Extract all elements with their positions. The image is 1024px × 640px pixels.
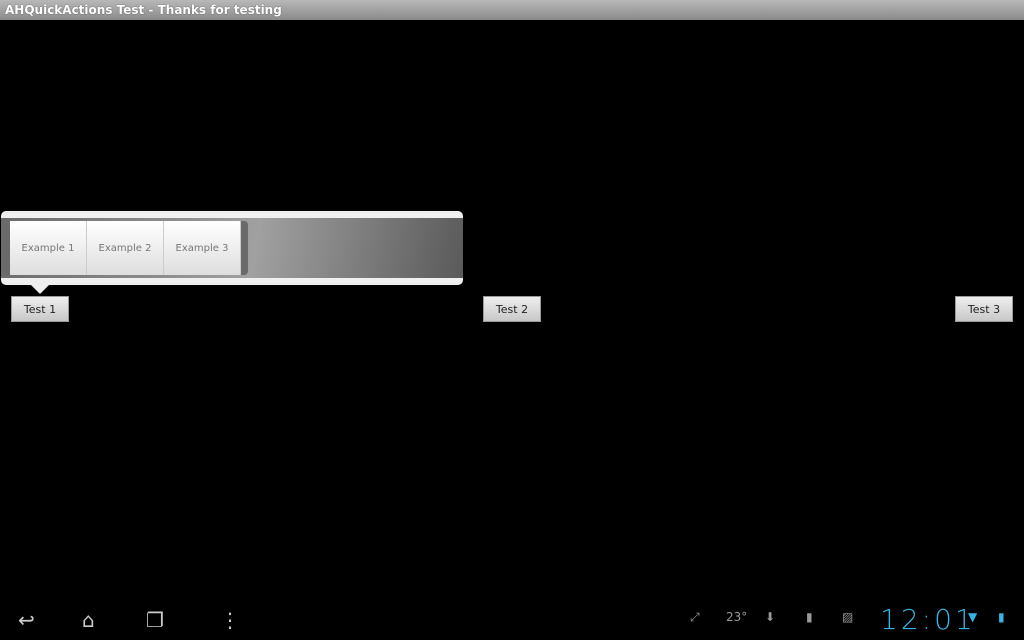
- fullscreen-icon[interactable]: ⤢: [690, 610, 700, 625]
- test-2-button[interactable]: Test 2: [483, 296, 541, 322]
- sd-card-icon: ▮: [806, 610, 813, 624]
- battery-icon: ▮: [998, 610, 1005, 624]
- download-icon: ⬇: [765, 610, 776, 624]
- quick-action-track: Example 1 Example 2 Example 3: [1, 218, 463, 278]
- quick-action-item[interactable]: Example 2: [87, 221, 164, 275]
- quick-action-item[interactable]: Example 1: [10, 221, 87, 275]
- quick-action-popup: Example 1 Example 2 Example 3: [1, 211, 463, 285]
- image-icon: ▨: [842, 610, 854, 624]
- recent-apps-icon[interactable]: ❐: [146, 608, 164, 632]
- back-icon[interactable]: ↩: [18, 608, 35, 632]
- popup-arrow: [31, 285, 49, 294]
- menu-icon[interactable]: ⋮: [220, 608, 240, 632]
- test-3-button[interactable]: Test 3: [955, 296, 1013, 322]
- test-1-button[interactable]: Test 1: [11, 296, 69, 322]
- clock: 12:01: [880, 603, 976, 636]
- quick-action-scroller[interactable]: Example 1 Example 2 Example 3: [3, 221, 248, 275]
- quick-action-item[interactable]: Example 3: [164, 221, 241, 275]
- system-bar: ↩ ⌂ ❐ ⋮ ⤢ 23° ⬇ ▮ ▨ ▼ ▮: [0, 600, 1024, 640]
- app-title-bar: AHQuickActions Test - Thanks for testing: [0, 0, 1024, 20]
- weather-temperature: 23°: [726, 610, 748, 624]
- home-icon[interactable]: ⌂: [82, 608, 95, 632]
